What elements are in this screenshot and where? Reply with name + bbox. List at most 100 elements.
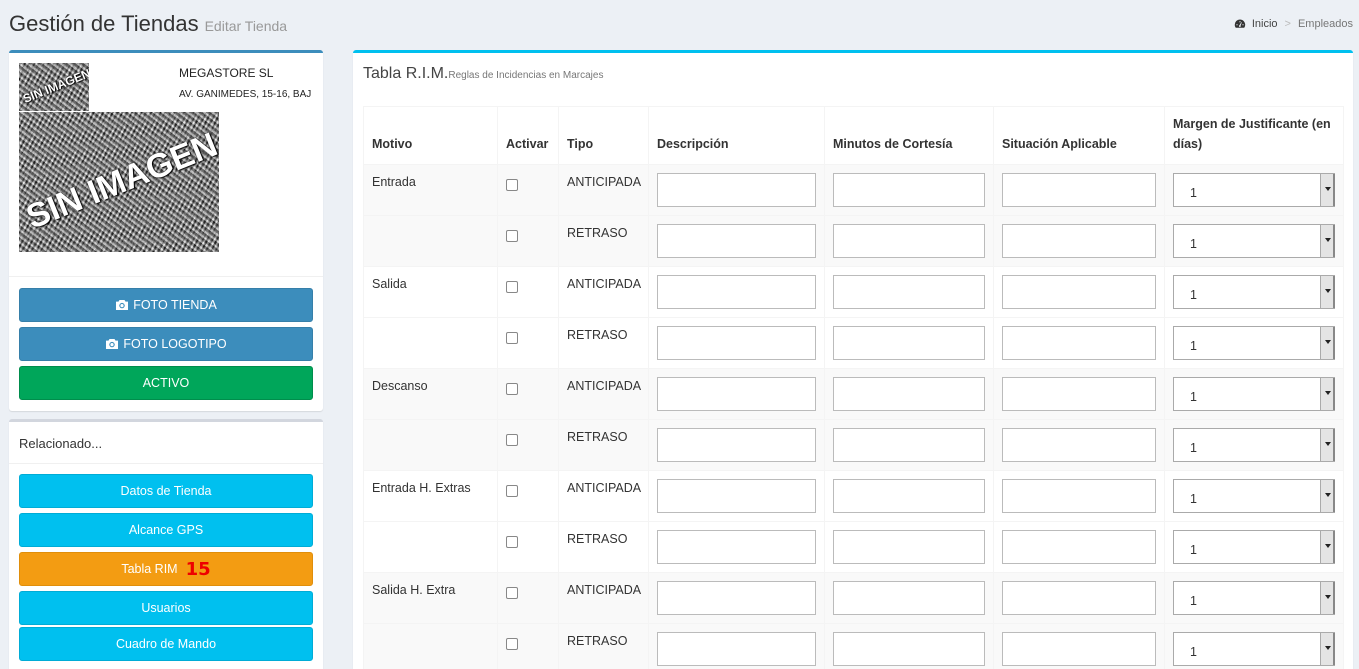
- tabla-rim-button[interactable]: Tabla RIM 15: [19, 552, 313, 586]
- minutos-cortesia-input[interactable]: [833, 173, 985, 207]
- related-title: Relacionado...: [19, 436, 103, 451]
- margen-cell: 1: [1164, 215, 1344, 267]
- situacion-aplicable-input[interactable]: [1002, 479, 1156, 513]
- minutos-cortesia-input[interactable]: [833, 224, 985, 258]
- minutos-cortesia-input[interactable]: [833, 428, 985, 462]
- minutos-cortesia-input[interactable]: [833, 632, 985, 666]
- dropdown-arrow-icon[interactable]: [1320, 429, 1335, 461]
- usuarios-button[interactable]: Usuarios: [19, 591, 313, 625]
- minutos-cortesia-input[interactable]: [833, 479, 985, 513]
- situacion-aplicable-input[interactable]: [1002, 632, 1156, 666]
- activar-checkbox[interactable]: [506, 638, 518, 650]
- descripcion-input[interactable]: [657, 530, 816, 564]
- minutos-cortesia-input[interactable]: [833, 581, 985, 615]
- foto-logotipo-label: FOTO LOGOTIPO: [123, 337, 227, 351]
- minutos-cortesia-input[interactable]: [833, 275, 985, 309]
- motivo-cell: Entrada H. Extras: [363, 470, 498, 522]
- related-item-label: Usuarios: [141, 601, 191, 615]
- activar-cell: [497, 266, 559, 318]
- situacion-aplicable-input[interactable]: [1002, 377, 1156, 411]
- descripcion-input[interactable]: [657, 326, 816, 360]
- activar-checkbox[interactable]: [506, 281, 518, 293]
- related-item-label: Cuadro de Mando: [115, 637, 217, 651]
- activar-cell: [497, 419, 559, 471]
- margen-justificante-select[interactable]: 1: [1173, 377, 1335, 411]
- margen-justificante-select[interactable]: 1: [1173, 632, 1335, 666]
- breadcrumb-home-link[interactable]: Inicio: [1252, 18, 1278, 30]
- dropdown-arrow-icon[interactable]: [1320, 174, 1335, 206]
- margen-justificante-select[interactable]: 1: [1173, 479, 1335, 513]
- minutos-cell: [824, 368, 994, 420]
- activar-cell: [497, 368, 559, 420]
- descripcion-input[interactable]: [657, 632, 816, 666]
- minutos-cell: [824, 623, 994, 669]
- dropdown-arrow-icon[interactable]: [1320, 480, 1335, 512]
- minutos-cortesia-input[interactable]: [833, 326, 985, 360]
- activar-checkbox[interactable]: [506, 536, 518, 548]
- activar-checkbox[interactable]: [506, 179, 518, 191]
- situacion-aplicable-input[interactable]: [1002, 326, 1156, 360]
- descripcion-input[interactable]: [657, 428, 816, 462]
- activar-checkbox[interactable]: [506, 485, 518, 497]
- situacion-aplicable-input[interactable]: [1002, 581, 1156, 615]
- breadcrumb-separator: >: [1284, 18, 1291, 30]
- related-item-label: Tabla RIM: [121, 562, 178, 576]
- motivo-cell: Salida H. Extra: [363, 572, 498, 624]
- rim-table: Motivo Activar Tipo Descripción Minutos …: [363, 106, 1344, 669]
- dropdown-arrow-icon[interactable]: [1320, 276, 1335, 308]
- margen-justificante-select[interactable]: 1: [1173, 581, 1335, 615]
- margen-justificante-select[interactable]: 1: [1173, 530, 1335, 564]
- situacion-aplicable-input[interactable]: [1002, 530, 1156, 564]
- tipo-cell: ANTICIPADA: [558, 266, 649, 318]
- cuadro-de-mando-button[interactable]: Cuadro de Mando: [19, 627, 313, 661]
- dropdown-arrow-icon[interactable]: [1320, 633, 1335, 665]
- dashboard-icon: [1234, 19, 1245, 28]
- descripcion-input[interactable]: [657, 173, 816, 207]
- descripcion-input[interactable]: [657, 377, 816, 411]
- column-header: Minutos de Cortesía: [824, 106, 994, 165]
- minutos-cortesia-input[interactable]: [833, 530, 985, 564]
- foto-logotipo-button[interactable]: FOTO LOGOTIPO: [19, 327, 313, 361]
- minutos-cortesia-input[interactable]: [833, 377, 985, 411]
- situacion-cell: [993, 470, 1165, 522]
- activar-checkbox[interactable]: [506, 434, 518, 446]
- dropdown-arrow-icon[interactable]: [1320, 225, 1335, 257]
- descripcion-input[interactable]: [657, 275, 816, 309]
- activar-checkbox[interactable]: [506, 587, 518, 599]
- minutos-cell: [824, 164, 994, 216]
- datos-de-tienda-button[interactable]: Datos de Tienda: [19, 474, 313, 508]
- activar-checkbox[interactable]: [506, 383, 518, 395]
- rim-title-text: Tabla R.I.M.: [363, 65, 449, 82]
- situacion-cell: [993, 368, 1165, 420]
- activar-checkbox[interactable]: [506, 230, 518, 242]
- activar-cell: [497, 215, 559, 267]
- margen-justificante-select[interactable]: 1: [1173, 173, 1335, 207]
- margen-cell: 1: [1164, 266, 1344, 318]
- margen-justificante-select[interactable]: 1: [1173, 326, 1335, 360]
- descripcion-cell: [648, 623, 825, 669]
- minutos-cell: [824, 317, 994, 369]
- dropdown-arrow-icon[interactable]: [1320, 378, 1335, 410]
- descripcion-cell: [648, 419, 825, 471]
- dropdown-arrow-icon[interactable]: [1320, 327, 1335, 359]
- situacion-aplicable-input[interactable]: [1002, 173, 1156, 207]
- situacion-aplicable-input[interactable]: [1002, 224, 1156, 258]
- situacion-aplicable-input[interactable]: [1002, 428, 1156, 462]
- margen-justificante-select[interactable]: 1: [1173, 224, 1335, 258]
- margen-justificante-select[interactable]: 1: [1173, 275, 1335, 309]
- descripcion-input[interactable]: [657, 581, 816, 615]
- activar-checkbox[interactable]: [506, 332, 518, 344]
- foto-tienda-button[interactable]: FOTO TIENDA: [19, 288, 313, 322]
- alcance-gps-button[interactable]: Alcance GPS: [19, 513, 313, 547]
- activo-button[interactable]: ACTIVO: [19, 366, 313, 400]
- store-logo-thumbnail: SIN IMAGEN: [19, 63, 89, 111]
- descripcion-input[interactable]: [657, 479, 816, 513]
- margen-justificante-select[interactable]: 1: [1173, 428, 1335, 462]
- descripcion-cell: [648, 572, 825, 624]
- situacion-aplicable-input[interactable]: [1002, 275, 1156, 309]
- descripcion-input[interactable]: [657, 224, 816, 258]
- table-row: RETRASO 1: [363, 623, 1344, 669]
- dropdown-arrow-icon[interactable]: [1320, 582, 1335, 614]
- dropdown-arrow-icon[interactable]: [1320, 531, 1335, 563]
- select-value: 1: [1190, 492, 1197, 506]
